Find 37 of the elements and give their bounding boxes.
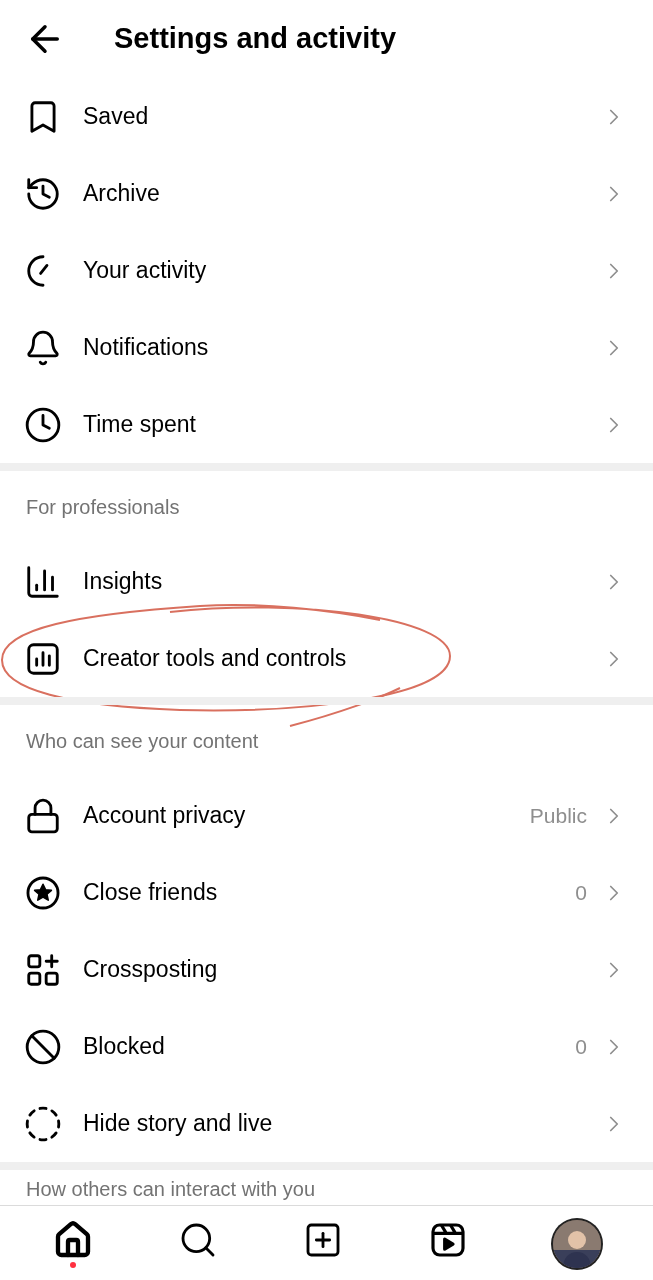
item-label: Time spent [83, 410, 197, 440]
section-heading: Who can see your content [26, 730, 259, 752]
item-label: Close friends [83, 878, 219, 908]
section-heading: For professionals [26, 496, 180, 518]
item-label: Hide story and live [83, 1109, 274, 1139]
bell-icon [24, 328, 62, 367]
settings-item[interactable]: Close friends 0 [0, 854, 653, 931]
settings-item[interactable]: Blocked 0 [0, 1008, 653, 1085]
settings-item[interactable]: Saved [0, 78, 653, 155]
item-label: Your activity [83, 256, 208, 286]
settings-item[interactable]: Creator tools and controls [0, 620, 653, 697]
settings-item[interactable]: Account privacy Public [0, 777, 653, 854]
item-label: Archive [83, 179, 161, 209]
item-value: Public [529, 802, 587, 829]
settings-item[interactable]: Archive [0, 155, 653, 232]
profile-avatar[interactable] [552, 1220, 601, 1268]
item-value: 0 [575, 1033, 587, 1060]
item-label: Notifications [83, 333, 210, 363]
item-label: Blocked [83, 1032, 166, 1062]
item-label: Saved [83, 102, 150, 132]
settings-item[interactable]: Time spent [0, 386, 653, 463]
page-title: Settings and activity [114, 21, 396, 57]
settings-item[interactable]: Crossposting [0, 931, 653, 1008]
item-value: 0 [575, 879, 587, 906]
blocked-icon [24, 1027, 62, 1066]
dashed-circle-icon [24, 1104, 62, 1143]
settings-item[interactable]: Notifications [0, 309, 653, 386]
settings-item[interactable]: Your activity [0, 232, 653, 309]
section-heading: How others can interact with you [26, 1178, 316, 1200]
settings-item[interactable]: Insights [0, 543, 653, 620]
item-label: Account privacy [83, 801, 247, 831]
item-label: Creator tools and controls [83, 644, 348, 674]
item-label: Crossposting [83, 955, 219, 985]
lock-icon [24, 796, 62, 835]
item-label: Insights [83, 567, 164, 597]
settings-item[interactable]: Hide story and live [0, 1085, 653, 1162]
clock-icon [24, 405, 62, 444]
